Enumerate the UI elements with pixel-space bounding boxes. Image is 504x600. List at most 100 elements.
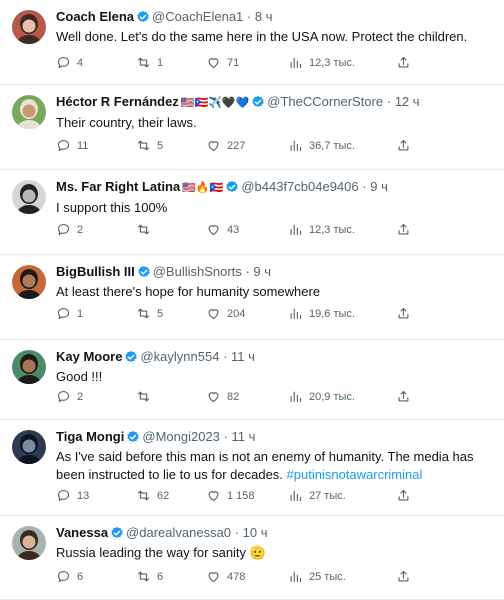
tweet-text-body: Russia leading the way for sanity bbox=[56, 545, 250, 560]
author-handle[interactable]: @kaylynn554 bbox=[140, 349, 219, 364]
like-button[interactable]: 43 bbox=[206, 222, 239, 237]
tweet-actions: 2 43 12,3 тыс. bbox=[56, 222, 494, 238]
retweet-button[interactable]: 1 bbox=[136, 55, 163, 70]
verified-badge-icon bbox=[125, 350, 138, 363]
share-icon bbox=[398, 307, 409, 319]
author-name[interactable]: Tiga Mongi bbox=[56, 429, 124, 444]
reply-button[interactable]: 6 bbox=[56, 569, 83, 584]
reply-button[interactable]: 1 bbox=[56, 306, 83, 321]
verified-badge-icon bbox=[226, 180, 238, 193]
author-handle[interactable]: @Mongi2023 bbox=[142, 429, 220, 444]
author-name[interactable]: Héctor R Fernández bbox=[56, 94, 179, 109]
author-name[interactable]: Ms. Far Right Latina bbox=[56, 179, 180, 194]
views-button[interactable]: 20,9 тыс. bbox=[288, 389, 355, 404]
author-emoji-flags: 🇺🇸🔥🇵🇷 bbox=[182, 182, 224, 194]
views-icon bbox=[290, 224, 302, 236]
timestamp[interactable]: 12 ч bbox=[395, 94, 420, 109]
like-button[interactable]: 478 bbox=[206, 569, 245, 584]
tweet[interactable]: Tiga Mongi @Mongi2023 · 11 ч As I've said … bbox=[0, 420, 504, 516]
retweet-icon bbox=[137, 308, 150, 319]
share-button[interactable] bbox=[396, 389, 411, 404]
author-name[interactable]: Coach Elena bbox=[56, 9, 134, 24]
reply-icon bbox=[57, 307, 70, 320]
author-name[interactable]: BigBullish III bbox=[56, 264, 135, 279]
views-icon bbox=[290, 571, 302, 583]
tweet-content: Kay Moore @kaylynn554 · 11 ч Good !!! bbox=[56, 349, 494, 386]
tweet[interactable]: BigBullish III @BullishSnorts · 9 ч At lea… bbox=[0, 255, 504, 340]
like-button[interactable]: 71 bbox=[206, 55, 239, 70]
reply-feed: Coach Elena @CoachElena1 · 8 ч Well done. … bbox=[0, 0, 504, 600]
heart-icon bbox=[208, 225, 219, 236]
verified-badge-icon bbox=[137, 10, 149, 23]
retweet-button[interactable] bbox=[136, 222, 157, 237]
views-button[interactable]: 12,3 тыс. bbox=[288, 222, 355, 237]
heart-icon bbox=[208, 392, 219, 403]
tweet[interactable]: Coach Elena @CoachElena1 · 8 ч Well done. … bbox=[0, 0, 504, 85]
share-button[interactable] bbox=[396, 222, 411, 237]
reply-button[interactable]: 2 bbox=[56, 389, 83, 404]
author-handle[interactable]: @CoachElena1 bbox=[152, 9, 243, 24]
author-handle[interactable]: @TheCCornerStore bbox=[267, 94, 383, 109]
retweet-icon bbox=[137, 140, 150, 151]
views-button[interactable]: 36,7 тыс. bbox=[288, 138, 355, 153]
retweet-button[interactable]: 62 bbox=[136, 488, 169, 503]
avatar[interactable] bbox=[12, 265, 46, 299]
tweet[interactable]: Ms. Far Right Latina 🇺🇸🔥🇵🇷 @b443f7cb04e940… bbox=[0, 170, 504, 255]
like-button[interactable]: 82 bbox=[206, 389, 239, 404]
share-button[interactable] bbox=[396, 488, 411, 503]
views-icon bbox=[290, 490, 302, 502]
retweet-icon bbox=[137, 490, 150, 501]
share-button[interactable] bbox=[396, 55, 411, 70]
views-button[interactable]: 25 тыс. bbox=[288, 569, 346, 584]
verified-badge-icon bbox=[138, 265, 150, 278]
tweet[interactable]: Vanessa @darealvanessa0 · 10 ч Russia lead… bbox=[0, 516, 504, 600]
reply-button[interactable]: 4 bbox=[56, 55, 83, 70]
reply-button[interactable]: 11 bbox=[56, 138, 88, 153]
timestamp[interactable]: 11 ч bbox=[232, 429, 256, 444]
avatar[interactable] bbox=[12, 526, 46, 560]
retweet-button[interactable]: 5 bbox=[136, 306, 163, 321]
timestamp[interactable]: 8 ч bbox=[255, 9, 273, 24]
avatar[interactable] bbox=[12, 180, 46, 214]
tweet-text: I support this 100% bbox=[56, 199, 494, 217]
author-handle[interactable]: @darealvanessa0 bbox=[126, 525, 231, 540]
like-button[interactable]: 1 158 bbox=[206, 488, 255, 503]
share-button[interactable] bbox=[396, 569, 411, 584]
separator-dot: · bbox=[223, 429, 228, 444]
reply-button[interactable]: 2 bbox=[56, 222, 83, 237]
author-handle[interactable]: @BullishSnorts bbox=[153, 264, 242, 279]
avatar[interactable] bbox=[12, 430, 46, 464]
views-button[interactable]: 19,6 тыс. bbox=[288, 306, 355, 321]
tweet[interactable]: Kay Moore @kaylynn554 · 11 ч Good !!! 2 82 20… bbox=[0, 340, 504, 420]
tweet[interactable]: Héctor R Fernández 🇺🇸🇵🇷✈️🖤💙 @TheCCornerSto… bbox=[0, 85, 504, 170]
timestamp[interactable]: 9 ч bbox=[370, 179, 388, 194]
like-button[interactable]: 227 bbox=[206, 138, 245, 153]
tweet-text-body: Well done. Let's do the same here in the… bbox=[56, 29, 468, 44]
avatar[interactable] bbox=[12, 95, 46, 129]
reply-button[interactable]: 13 bbox=[56, 488, 89, 503]
views-button[interactable]: 27 тыс. bbox=[288, 488, 346, 503]
retweet-button[interactable] bbox=[136, 389, 157, 404]
timestamp[interactable]: 11 ч bbox=[231, 349, 255, 364]
author-name[interactable]: Vanessa bbox=[56, 525, 108, 540]
tweet-actions: 2 82 20,9 тыс. bbox=[56, 389, 494, 405]
tweet-text: Good !!! bbox=[56, 368, 494, 386]
hashtag-link[interactable]: #putinisnotawarcriminal bbox=[287, 467, 423, 482]
timestamp[interactable]: 9 ч bbox=[253, 264, 271, 279]
avatar[interactable] bbox=[12, 350, 46, 384]
views-button[interactable]: 12,3 тыс. bbox=[288, 55, 355, 70]
retweet-button[interactable]: 5 bbox=[136, 138, 163, 153]
tweet-text-body: At least there's hope for humanity somew… bbox=[56, 284, 321, 299]
avatar[interactable] bbox=[12, 10, 46, 44]
share-button[interactable] bbox=[396, 306, 411, 321]
share-button[interactable] bbox=[396, 138, 411, 153]
views-count: 20,9 тыс. bbox=[309, 390, 355, 403]
retweet-button[interactable]: 6 bbox=[136, 569, 163, 584]
author-handle[interactable]: @b443f7cb04e9406 bbox=[241, 179, 358, 194]
like-button[interactable]: 204 bbox=[206, 306, 245, 321]
author-name[interactable]: Kay Moore bbox=[56, 349, 122, 364]
tweet-header: Coach Elena @CoachElena1 · 8 ч bbox=[56, 9, 494, 25]
heart-icon bbox=[208, 141, 219, 152]
reply-icon bbox=[57, 139, 70, 152]
timestamp[interactable]: 10 ч bbox=[243, 525, 268, 540]
